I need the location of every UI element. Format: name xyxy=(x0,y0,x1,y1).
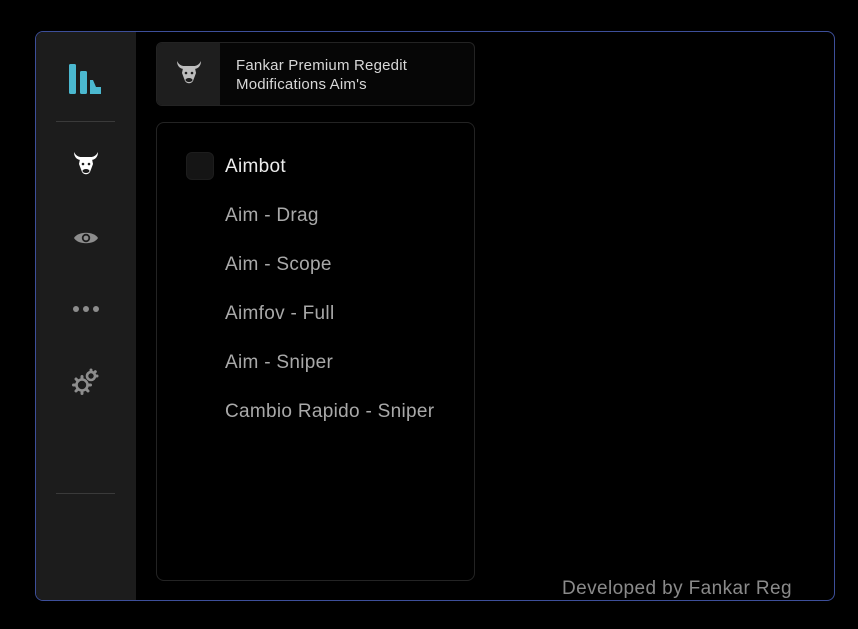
app-window: Fankar Premium Regedit Modifications Aim… xyxy=(35,31,835,601)
eye-icon xyxy=(73,229,99,247)
option-label: Aimbot xyxy=(225,156,286,177)
option-label: Cambio Rapido - Sniper xyxy=(225,401,435,422)
page-title: Fankar Premium Regedit Modifications Aim… xyxy=(236,56,466,94)
sidebar-item-settings[interactable] xyxy=(66,362,106,402)
option-aim-sniper[interactable]: Aim - Sniper xyxy=(157,348,474,378)
aimbot-checkbox[interactable] xyxy=(186,152,214,180)
sidebar-item-visuals[interactable] xyxy=(66,218,106,258)
option-aim-drag[interactable]: Aim - Drag xyxy=(157,201,474,231)
sidebar xyxy=(36,32,136,600)
bull-icon xyxy=(175,59,203,90)
gears-icon xyxy=(72,368,100,396)
option-aimbot[interactable]: Aimbot xyxy=(157,152,474,182)
page-title-line-2: Modifications Aim's xyxy=(236,76,367,93)
option-cambio-rapido-sniper[interactable]: Cambio Rapido - Sniper xyxy=(157,397,474,427)
sidebar-item-aim[interactable] xyxy=(66,143,106,183)
page-title-line-1: Fankar Premium Regedit xyxy=(236,57,408,74)
option-label: Aim - Sniper xyxy=(225,352,334,373)
options-panel: Aimbot Aim - Drag Aim - Scope Aimfov - F… xyxy=(156,122,475,581)
sidebar-item-more[interactable] xyxy=(66,289,106,329)
option-aim-scope[interactable]: Aim - Scope xyxy=(157,250,474,280)
app-logo-icon xyxy=(68,60,104,98)
more-dots-icon xyxy=(72,305,100,313)
sidebar-divider-top xyxy=(56,121,115,122)
sidebar-divider-bottom xyxy=(56,493,115,494)
bull-icon xyxy=(72,150,100,176)
option-label: Aim - Drag xyxy=(225,205,319,226)
header-icon-box xyxy=(157,43,220,105)
footer-credit: Developed by Fankar Reg xyxy=(562,578,792,599)
option-label: Aim - Scope xyxy=(225,254,332,275)
header-card: Fankar Premium Regedit Modifications Aim… xyxy=(156,42,475,106)
option-label: Aimfov - Full xyxy=(225,303,335,324)
option-aimfov-full[interactable]: Aimfov - Full xyxy=(157,299,474,329)
